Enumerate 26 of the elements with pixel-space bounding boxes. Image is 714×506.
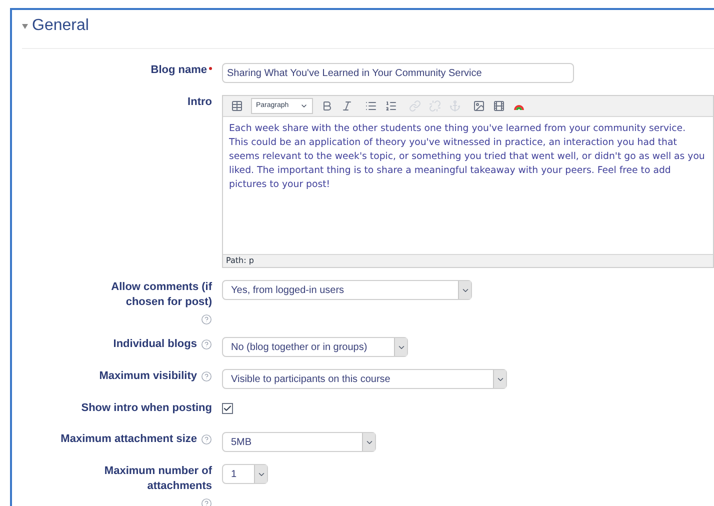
help-icon[interactable] <box>201 314 212 325</box>
select-dropdown[interactable]: 1 <box>222 464 268 484</box>
rich-text-editor[interactable] <box>222 95 714 268</box>
text-field[interactable]: Sharing What You've Learned in Your Community Service <box>222 63 574 83</box>
field-label: Individual blogs <box>113 337 197 352</box>
section-title: General <box>32 16 89 36</box>
field-label: Allow comments (if chosen for post) <box>110 280 212 310</box>
field-label: Blog name <box>150 63 207 78</box>
path-status: Path: p <box>226 255 254 267</box>
select-dropdown[interactable]: 5MB <box>222 432 376 452</box>
caret-icon <box>300 102 308 110</box>
checkbox[interactable] <box>222 403 233 414</box>
select-dropdown[interactable]: Yes, from logged-in users <box>222 280 472 300</box>
help-icon[interactable] <box>201 498 212 506</box>
help-icon[interactable] <box>201 371 212 382</box>
field-label: Maximum visibility <box>99 369 197 384</box>
help-icon[interactable] <box>201 434 212 445</box>
field-label: Maximum number of attachments <box>103 464 212 494</box>
select-dropdown[interactable]: Visible to participants on this course <box>222 369 507 389</box>
field-label: Maximum attachment size <box>60 432 197 447</box>
help-icon[interactable] <box>201 339 212 350</box>
collapse-toggle[interactable] <box>22 24 28 28</box>
select-dropdown[interactable]: No (blog together or in groups) <box>222 337 408 357</box>
field-label: Show intro when posting <box>81 401 212 416</box>
field-label: Intro <box>188 95 212 110</box>
intro-text: Each week share with the other students one thing you've learned from your community service. This could be an application of theory you've witnessed in practice, an interaction you had that seems relevant to the week's topic, or something you tried that went well, or didn't go as well as you liked. The important thing is to share a meaningful takeaway with your peers. Feel free to add pictures to your post! <box>229 122 706 192</box>
